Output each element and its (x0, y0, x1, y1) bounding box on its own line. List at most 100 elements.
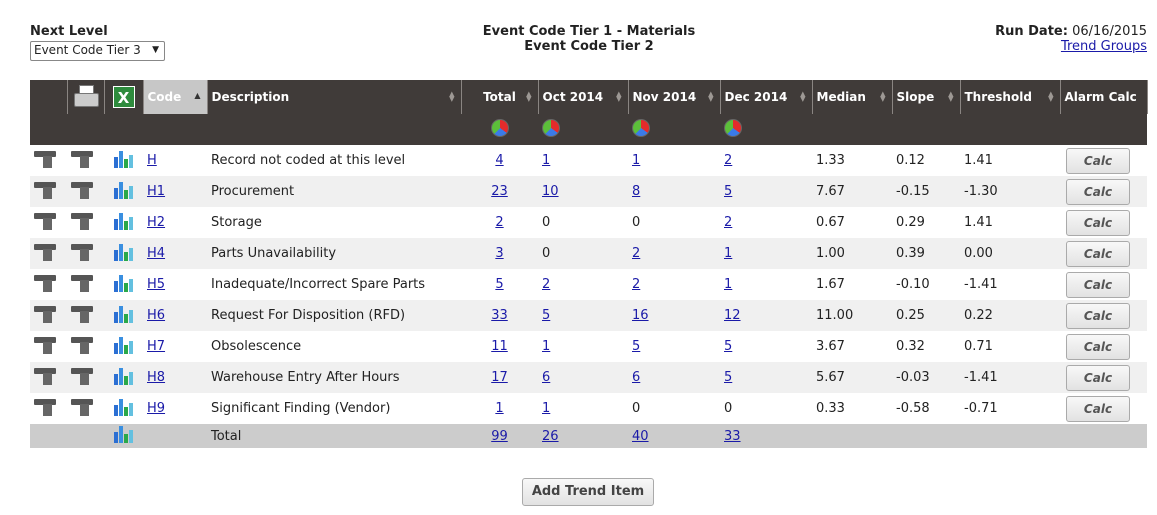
col-median[interactable]: Median ▲ ▼ (812, 80, 893, 114)
pie-chart-icon[interactable] (542, 118, 560, 137)
count-link[interactable]: 2 (632, 246, 640, 261)
count-link[interactable]: 12 (724, 308, 741, 323)
bar-chart-icon[interactable] (113, 212, 134, 230)
tool-icon[interactable] (34, 367, 56, 385)
print-header[interactable] (67, 80, 105, 114)
tool-icon[interactable] (71, 274, 93, 292)
code-link[interactable]: H6 (147, 308, 165, 323)
next-level-select[interactable]: Event Code Tier 3 ▼ (30, 41, 165, 61)
count-link[interactable]: 2 (724, 215, 732, 230)
bar-chart-icon[interactable] (113, 305, 134, 323)
count-link[interactable]: 23 (491, 184, 508, 199)
code-link[interactable]: H8 (147, 370, 165, 385)
count-link[interactable]: 17 (491, 370, 508, 385)
count-link[interactable]: 1 (542, 153, 550, 168)
tool-icon[interactable] (71, 243, 93, 261)
calc-button[interactable]: Calc (1066, 333, 1130, 360)
count-link[interactable]: 6 (542, 370, 550, 385)
code-link[interactable]: H1 (147, 184, 165, 199)
excel-icon[interactable]: X (112, 86, 135, 108)
count-link[interactable]: 2 (495, 215, 503, 230)
tool-icon[interactable] (34, 243, 56, 261)
pie-chart-icon[interactable] (632, 118, 650, 137)
col-slope[interactable]: Slope ▲ ▼ (892, 80, 961, 114)
count-link[interactable]: 5 (542, 308, 550, 323)
tool-icon[interactable] (71, 336, 93, 354)
bar-chart-icon[interactable] (113, 336, 134, 354)
code-link[interactable]: H (147, 153, 157, 168)
count-link[interactable]: 11 (491, 339, 508, 354)
count-link[interactable]: 5 (724, 370, 732, 385)
count-link[interactable]: 4 (495, 153, 503, 168)
add-trend-item-button[interactable]: Add Trend Item (522, 478, 654, 506)
printer-icon[interactable] (73, 84, 99, 107)
count-link[interactable]: 16 (632, 308, 649, 323)
trend-groups-link[interactable]: Trend Groups (1061, 39, 1147, 54)
count-link[interactable]: 3 (495, 246, 503, 261)
count-link[interactable]: 1 (632, 153, 640, 168)
pie-chart-icon[interactable] (724, 118, 742, 137)
calc-button[interactable]: Calc (1066, 209, 1130, 236)
tool-icon[interactable] (71, 150, 93, 168)
tool-icon[interactable] (34, 212, 56, 230)
col-nov-2014[interactable]: Nov 2014 ▲ ▼ (628, 80, 721, 114)
totals-nov-link[interactable]: 40 (632, 429, 649, 444)
count-link[interactable]: 1 (724, 246, 732, 261)
count-link[interactable]: 1 (724, 277, 732, 292)
tool-icon[interactable] (71, 212, 93, 230)
count-link[interactable]: 5 (495, 277, 503, 292)
count-link[interactable]: 5 (632, 339, 640, 354)
calc-button[interactable]: Calc (1066, 240, 1130, 267)
code-link[interactable]: H7 (147, 339, 165, 354)
calc-button[interactable]: Calc (1066, 364, 1130, 391)
bar-chart-icon[interactable] (113, 274, 134, 292)
col-code[interactable]: Code ▲ (143, 80, 208, 114)
tool-icon[interactable] (34, 274, 56, 292)
tool-icon[interactable] (71, 367, 93, 385)
bar-chart-icon[interactable] (113, 425, 134, 443)
count-link[interactable]: 1 (542, 339, 550, 354)
count-link[interactable]: 8 (632, 184, 640, 199)
tool-icon[interactable] (71, 305, 93, 323)
col-oct-2014[interactable]: Oct 2014 ▲ ▼ (538, 80, 629, 114)
calc-button[interactable]: Calc (1066, 271, 1130, 298)
tool-icon[interactable] (34, 398, 56, 416)
tool-icon[interactable] (34, 150, 56, 168)
count-link[interactable]: 2 (632, 277, 640, 292)
count-link[interactable]: 10 (542, 184, 559, 199)
count-link[interactable]: 1 (495, 401, 503, 416)
count-link[interactable]: 33 (491, 308, 508, 323)
tool-icon[interactable] (71, 181, 93, 199)
count-link[interactable]: 2 (542, 277, 550, 292)
calc-button[interactable]: Calc (1066, 395, 1130, 422)
col-description[interactable]: Description ▲ ▼ (207, 80, 462, 114)
code-link[interactable]: H5 (147, 277, 165, 292)
pie-chart-icon[interactable] (490, 118, 509, 137)
col-dec-2014[interactable]: Dec 2014 ▲ ▼ (720, 80, 813, 114)
tool-icon[interactable] (34, 181, 56, 199)
count-link[interactable]: 2 (724, 153, 732, 168)
code-link[interactable]: H9 (147, 401, 165, 416)
tool-icon[interactable] (34, 336, 56, 354)
bar-chart-icon[interactable] (113, 243, 134, 261)
calc-button[interactable]: Calc (1066, 147, 1130, 174)
bar-chart-icon[interactable] (113, 398, 134, 416)
col-total[interactable]: Total ▲ ▼ (461, 80, 539, 114)
count-link[interactable]: 5 (724, 339, 732, 354)
totals-dec-link[interactable]: 33 (724, 429, 741, 444)
count-link[interactable]: 6 (632, 370, 640, 385)
calc-button[interactable]: Calc (1066, 178, 1130, 205)
count-link[interactable]: 5 (724, 184, 732, 199)
tool-icon[interactable] (71, 398, 93, 416)
count-link[interactable]: 1 (542, 401, 550, 416)
col-threshold[interactable]: Threshold ▲ ▼ (960, 80, 1061, 114)
code-link[interactable]: H4 (147, 246, 165, 261)
bar-chart-icon[interactable] (113, 367, 134, 385)
excel-header[interactable]: X (104, 80, 144, 114)
calc-button[interactable]: Calc (1066, 302, 1130, 329)
totals-oct-link[interactable]: 26 (542, 429, 559, 444)
tool-icon[interactable] (34, 305, 56, 323)
code-link[interactable]: H2 (147, 215, 165, 230)
totals-total-link[interactable]: 99 (491, 429, 508, 444)
bar-chart-icon[interactable] (113, 181, 134, 199)
